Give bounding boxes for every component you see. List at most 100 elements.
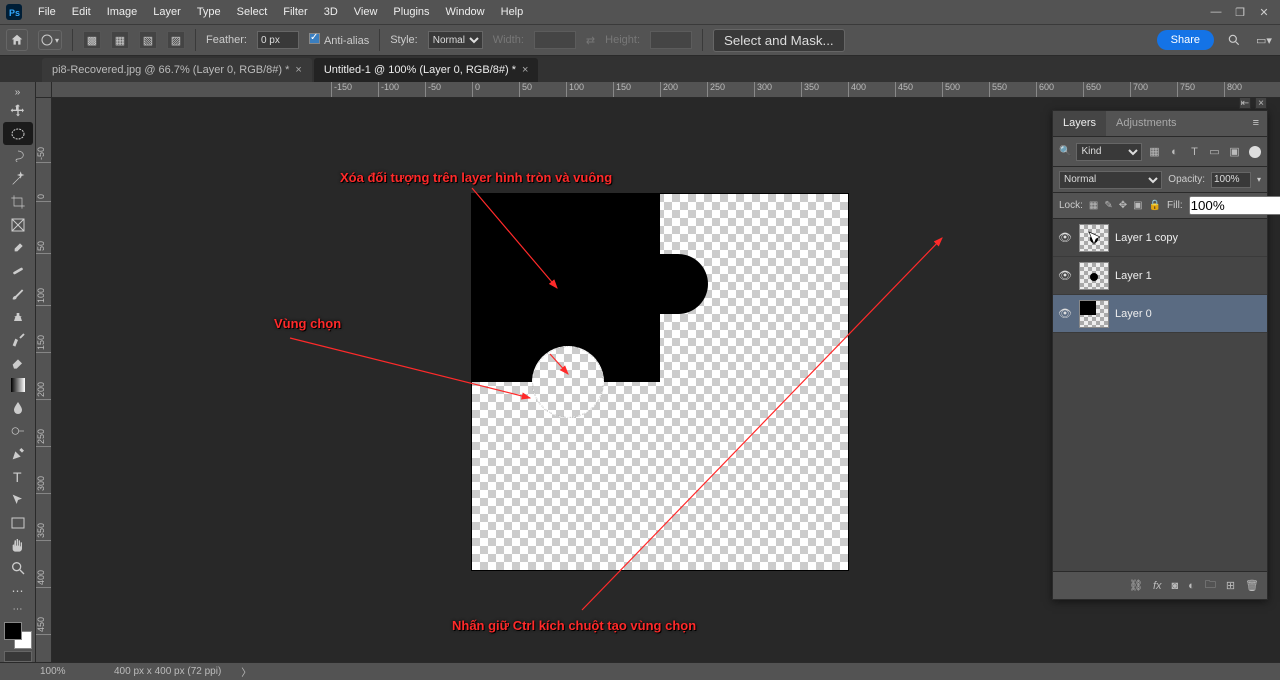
- rectangle-tool[interactable]: [3, 511, 33, 534]
- history-brush-tool[interactable]: [3, 328, 33, 351]
- lock-image-icon[interactable]: ✎: [1104, 198, 1112, 214]
- eraser-tool[interactable]: [3, 351, 33, 374]
- visibility-toggle[interactable]: 👁: [1057, 306, 1073, 322]
- status-chevron-icon[interactable]: 〉: [241, 664, 251, 679]
- blend-mode-select[interactable]: Normal: [1059, 171, 1162, 189]
- opacity-input[interactable]: [1211, 172, 1251, 188]
- vertical-ruler[interactable]: -50050100150200250300350400450: [36, 98, 52, 662]
- add-mask-icon[interactable]: ◙: [1172, 580, 1179, 592]
- filter-smart-icon[interactable]: ▣: [1227, 144, 1242, 159]
- eyedropper-tool[interactable]: [3, 237, 33, 260]
- menu-file[interactable]: File: [30, 2, 64, 22]
- filter-adjust-icon[interactable]: ◐: [1167, 144, 1182, 159]
- filter-toggle[interactable]: [1249, 146, 1261, 158]
- zoom-tool[interactable]: [3, 557, 33, 580]
- lock-transparency-icon[interactable]: ▦: [1089, 198, 1098, 214]
- add-selection-icon[interactable]: ▦: [111, 31, 129, 49]
- feather-input[interactable]: [257, 31, 299, 49]
- tab-layers[interactable]: Layers: [1053, 111, 1106, 136]
- lock-artboard-icon[interactable]: ▣: [1133, 198, 1142, 214]
- filter-pixel-icon[interactable]: ▦: [1147, 144, 1162, 159]
- tab-adjustments[interactable]: Adjustments: [1106, 111, 1187, 136]
- new-selection-icon[interactable]: ▩: [83, 31, 101, 49]
- layer-name[interactable]: Layer 0: [1115, 308, 1152, 320]
- home-button[interactable]: [6, 29, 28, 51]
- window-close-button[interactable]: ✕: [1252, 0, 1276, 24]
- panel-close-icon[interactable]: ×: [1255, 98, 1267, 109]
- elliptical-marquee-tool[interactable]: [3, 122, 33, 145]
- document-tab-0[interactable]: pi8-Recovered.jpg @ 66.7% (Layer 0, RGB/…: [42, 58, 312, 82]
- layer-fx-icon[interactable]: fx: [1153, 580, 1162, 592]
- intersect-selection-icon[interactable]: ▨: [167, 31, 185, 49]
- menu-help[interactable]: Help: [493, 2, 532, 22]
- quick-mask-toggle[interactable]: [4, 651, 32, 663]
- menu-view[interactable]: View: [346, 2, 386, 22]
- brush-tool[interactable]: [3, 282, 33, 305]
- blur-tool[interactable]: [3, 397, 33, 420]
- clone-stamp-tool[interactable]: [3, 305, 33, 328]
- subtract-selection-icon[interactable]: ▧: [139, 31, 157, 49]
- new-layer-icon[interactable]: ⊞: [1226, 579, 1235, 592]
- current-tool-shape[interactable]: ▾: [38, 30, 62, 50]
- close-icon[interactable]: ×: [295, 64, 301, 76]
- layer-thumbnail[interactable]: [1079, 262, 1109, 290]
- window-minimize-button[interactable]: —: [1204, 0, 1228, 24]
- layer-thumbnail[interactable]: [1079, 224, 1109, 252]
- lock-position-icon[interactable]: ✥: [1119, 198, 1127, 214]
- more-tools-icon[interactable]: ⋯: [3, 580, 33, 603]
- document-canvas[interactable]: [472, 194, 848, 570]
- menu-window[interactable]: Window: [438, 2, 493, 22]
- layer-row-1[interactable]: 👁 Layer 1: [1053, 257, 1267, 295]
- document-tab-1[interactable]: Untitled-1 @ 100% (Layer 0, RGB/8#) *×: [314, 58, 539, 82]
- filter-type-icon[interactable]: T: [1187, 144, 1202, 159]
- fill-input[interactable]: [1189, 196, 1280, 215]
- magic-wand-tool[interactable]: [3, 168, 33, 191]
- menu-plugins[interactable]: Plugins: [385, 2, 437, 22]
- new-group-icon[interactable]: 🗀: [1205, 576, 1216, 595]
- edit-toolbar-icon[interactable]: ⋯: [3, 603, 33, 616]
- crop-tool[interactable]: [3, 191, 33, 214]
- canvas-viewport[interactable]: Xóa đối tượng trên layer hình tròn và vu…: [52, 98, 1280, 662]
- path-selection-tool[interactable]: [3, 488, 33, 511]
- panel-menu-icon[interactable]: ≡: [1245, 111, 1267, 136]
- delete-layer-icon[interactable]: 🗑: [1245, 579, 1259, 592]
- type-tool[interactable]: T: [3, 465, 33, 488]
- workspace-switcher-icon[interactable]: ▭▾: [1254, 30, 1274, 50]
- menu-edit[interactable]: Edit: [64, 2, 99, 22]
- panel-collapse-icon[interactable]: ⇤: [1239, 98, 1251, 109]
- select-and-mask-button[interactable]: Select and Mask...: [713, 29, 845, 52]
- move-tool[interactable]: [3, 99, 33, 122]
- gradient-tool[interactable]: [3, 374, 33, 397]
- menu-select[interactable]: Select: [229, 2, 276, 22]
- visibility-toggle[interactable]: 👁: [1057, 230, 1073, 246]
- layer-name[interactable]: Layer 1 copy: [1115, 232, 1178, 244]
- layer-row-0[interactable]: 👁 Layer 1 copy: [1053, 219, 1267, 257]
- lasso-tool[interactable]: [3, 145, 33, 168]
- window-restore-button[interactable]: ❐: [1228, 0, 1252, 24]
- horizontal-ruler[interactable]: -150-100-5005010015020025030035040045050…: [52, 82, 1280, 98]
- menu-type[interactable]: Type: [189, 2, 229, 22]
- close-icon[interactable]: ×: [522, 64, 528, 76]
- menu-filter[interactable]: Filter: [275, 2, 315, 22]
- layer-thumbnail[interactable]: [1079, 300, 1109, 328]
- document-info[interactable]: 400 px x 400 px (72 ppi): [114, 666, 221, 677]
- layer-name[interactable]: Layer 1: [1115, 270, 1152, 282]
- layer-filter-kind-select[interactable]: Kind: [1076, 143, 1142, 161]
- search-icon[interactable]: [1224, 30, 1244, 50]
- zoom-level[interactable]: 100%: [40, 666, 94, 677]
- visibility-toggle[interactable]: 👁: [1057, 268, 1073, 284]
- link-layers-icon[interactable]: ⛓: [1129, 579, 1143, 592]
- menu-image[interactable]: Image: [99, 2, 146, 22]
- antialias-checkbox[interactable]: [309, 33, 320, 44]
- hand-tool[interactable]: [3, 534, 33, 557]
- menu-layer[interactable]: Layer: [145, 2, 189, 22]
- toolbar-expand-icon[interactable]: »: [3, 86, 33, 99]
- frame-tool[interactable]: [3, 214, 33, 237]
- style-select[interactable]: Normal: [428, 31, 483, 49]
- share-button[interactable]: Share: [1157, 30, 1214, 50]
- filter-shape-icon[interactable]: ▭: [1207, 144, 1222, 159]
- pen-tool[interactable]: [3, 442, 33, 465]
- menu-3d[interactable]: 3D: [316, 2, 346, 22]
- new-adjustment-icon[interactable]: ◐: [1188, 580, 1195, 592]
- color-swatches[interactable]: [4, 622, 32, 649]
